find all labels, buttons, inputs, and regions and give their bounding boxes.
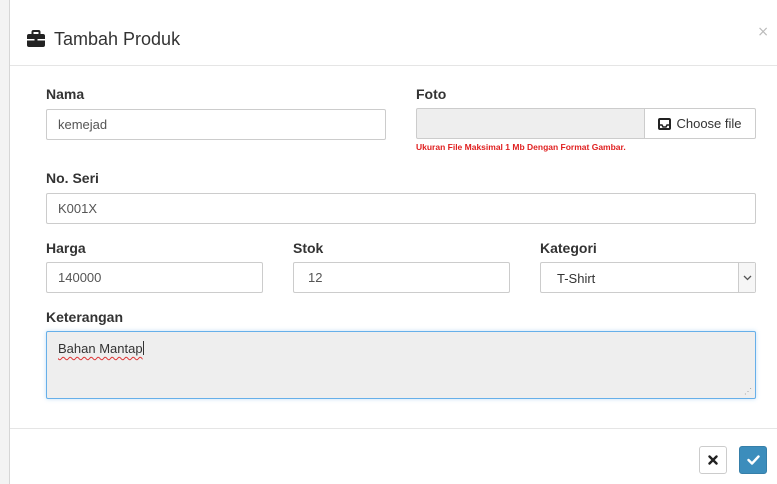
text-caret <box>142 341 144 355</box>
keterangan-text: Bahan Mantap <box>58 341 143 356</box>
stok-label: Stok <box>293 240 324 256</box>
nama-input[interactable]: kemejad <box>46 109 386 140</box>
background-edge <box>0 0 10 484</box>
close-icon[interactable]: × <box>757 24 769 40</box>
inbox-icon <box>658 117 672 130</box>
kategori-selected-value: T-Shirt <box>557 271 596 286</box>
times-icon <box>708 455 718 465</box>
no-seri-label: No. Seri <box>46 170 99 186</box>
cancel-button[interactable] <box>699 446 727 474</box>
dialog-title: Tambah Produk <box>26 26 180 52</box>
stok-input[interactable]: 12 <box>293 262 510 293</box>
choose-file-label: Choose file <box>676 116 742 131</box>
chevron-down-icon[interactable] <box>738 263 755 292</box>
resize-grip-icon[interactable]: ⋰ <box>744 387 752 396</box>
kategori-select[interactable]: T-Shirt <box>540 262 756 293</box>
foto-hint: Ukuran File Maksimal 1 Mb Dengan Format … <box>416 142 626 152</box>
keterangan-label: Keterangan <box>46 309 124 325</box>
nama-label: Nama <box>46 86 85 102</box>
no-seri-input[interactable]: K001X <box>46 193 756 224</box>
foto-file-path <box>416 108 645 139</box>
dialog-title-text: Tambah Produk <box>54 28 181 49</box>
dialog-footer <box>10 428 777 484</box>
add-product-dialog: Tambah Produk × Nama kemejad Foto Choose… <box>10 0 777 484</box>
foto-label: Foto <box>416 86 447 102</box>
briefcase-icon <box>26 30 46 48</box>
submit-button[interactable] <box>739 446 767 474</box>
harga-input[interactable]: 140000 <box>46 262 263 293</box>
kategori-label: Kategori <box>540 240 597 256</box>
check-icon <box>746 455 760 465</box>
harga-label: Harga <box>46 240 86 256</box>
choose-file-button[interactable]: Choose file <box>644 108 756 139</box>
keterangan-textarea[interactable]: Bahan Mantap ⋰ <box>46 331 756 399</box>
dialog-header: Tambah Produk × <box>10 0 777 66</box>
